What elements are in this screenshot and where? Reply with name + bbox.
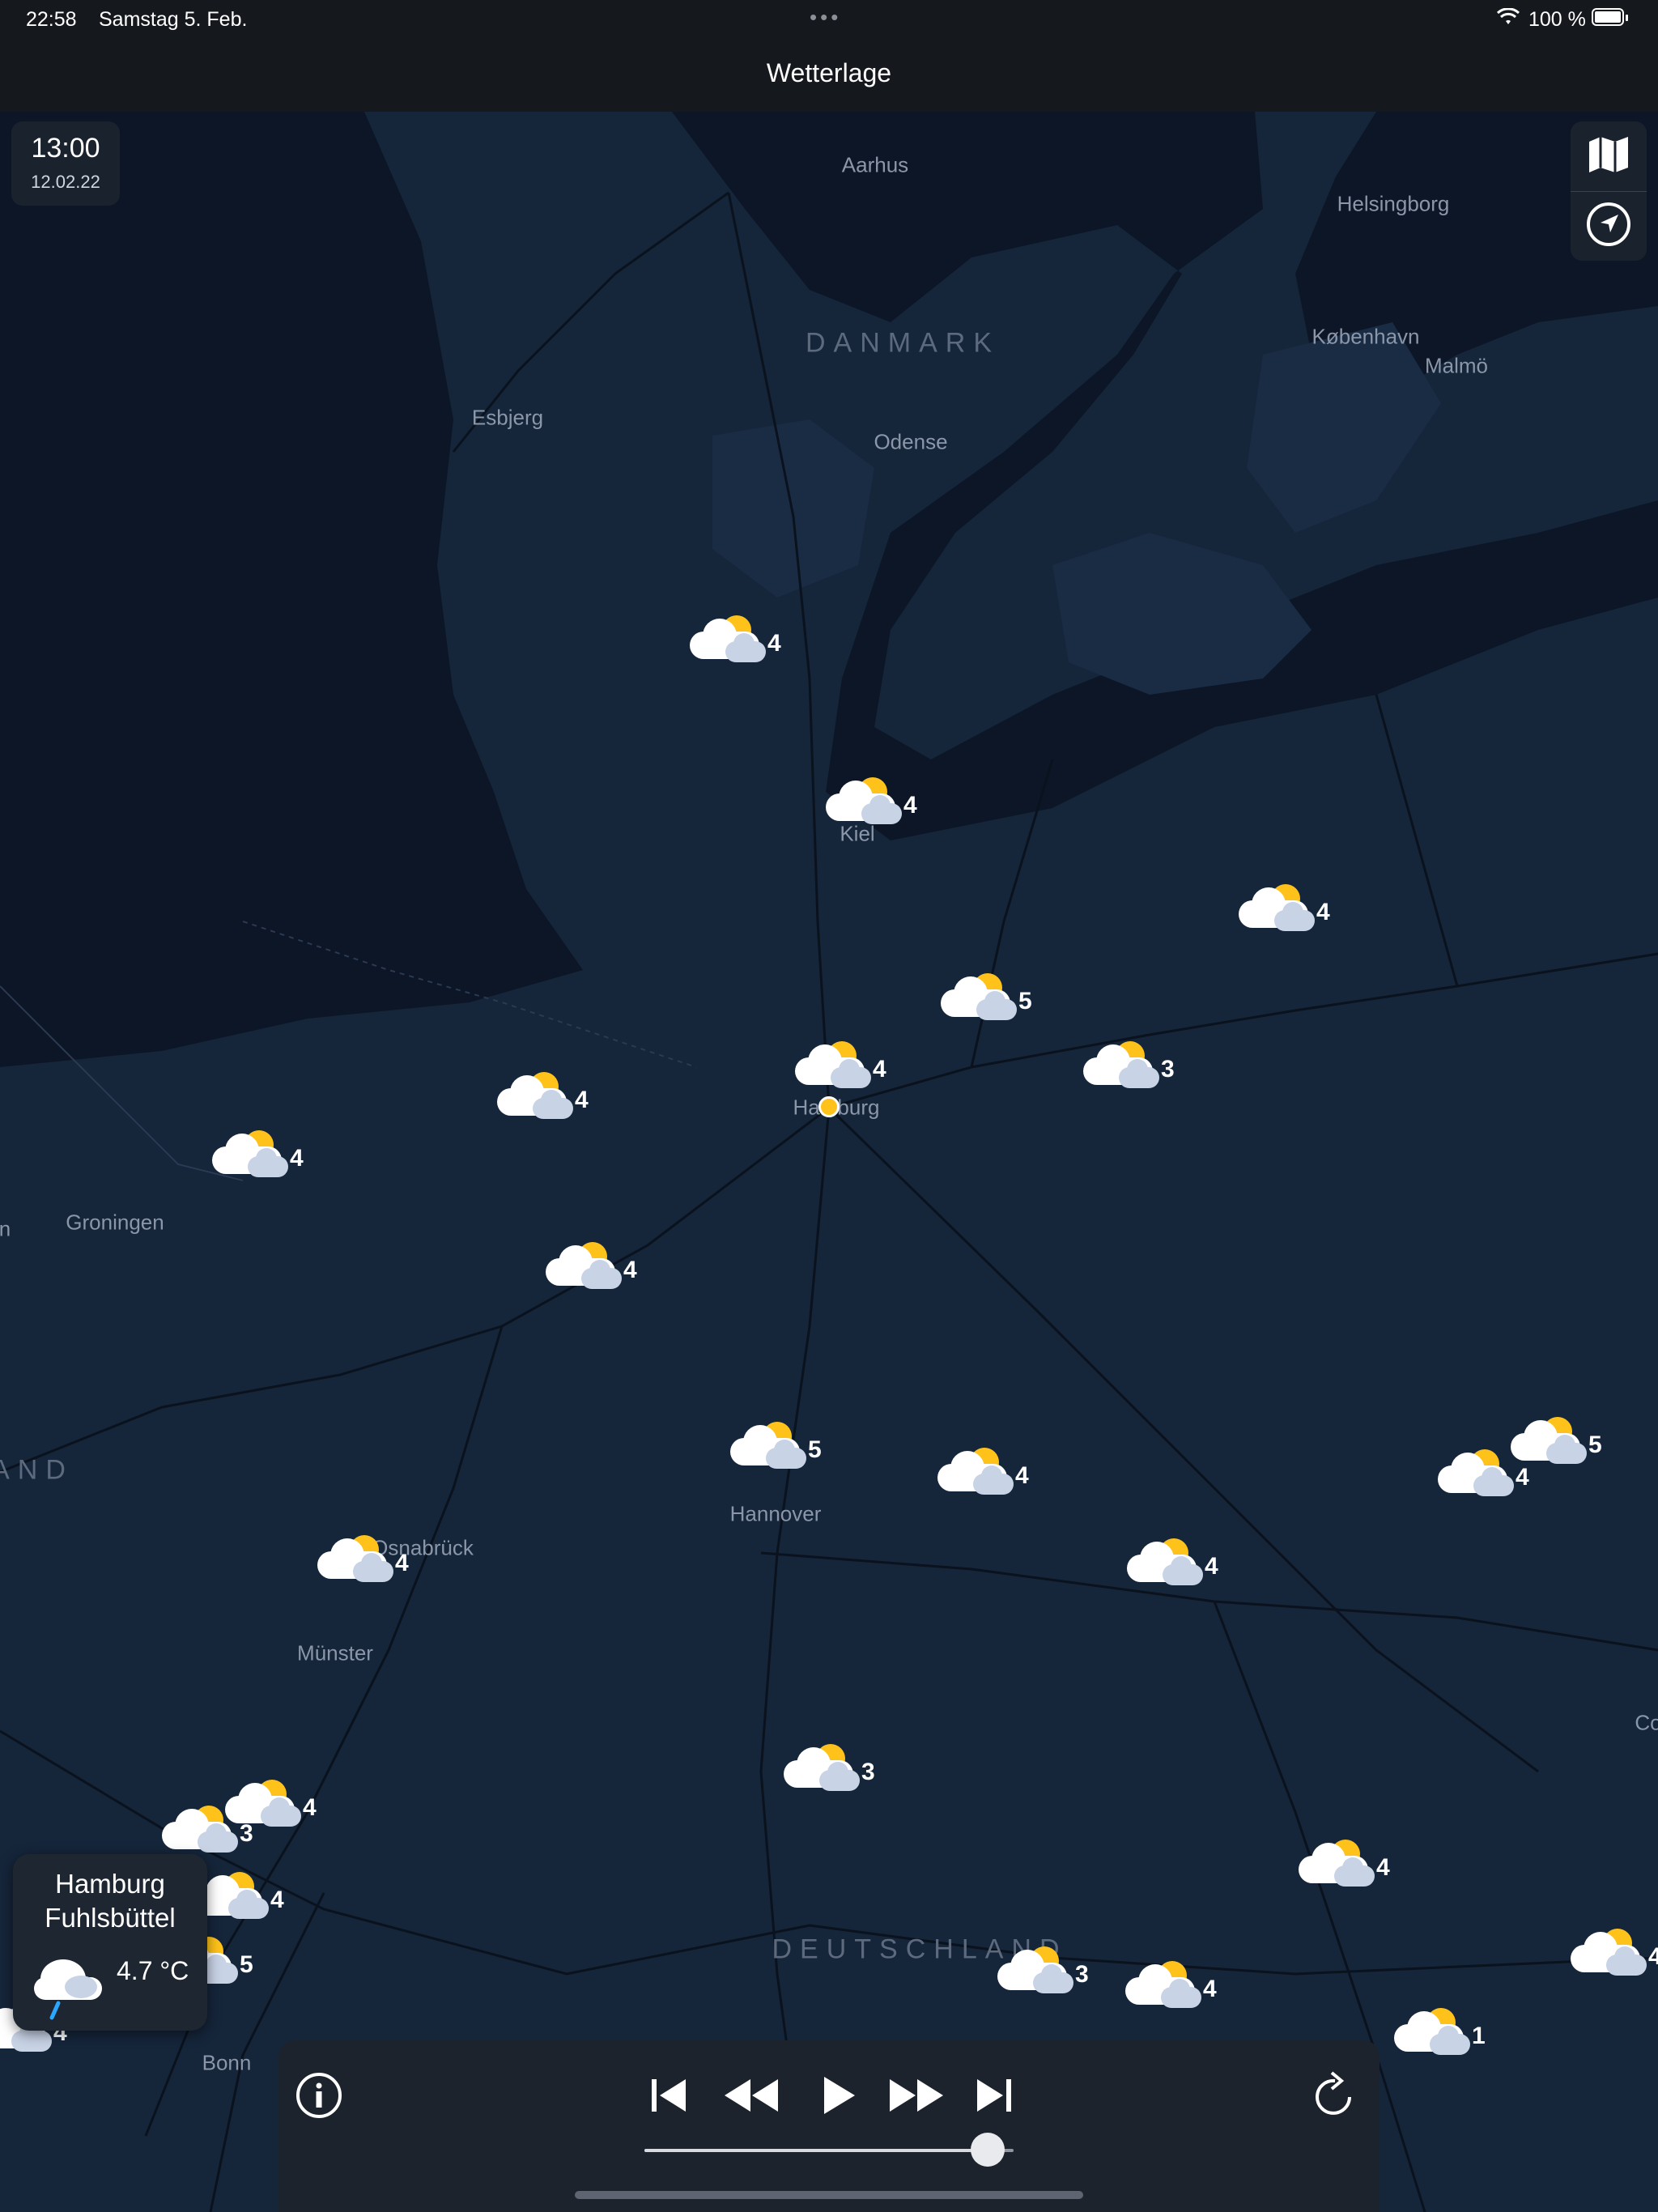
location-arrow-icon bbox=[1586, 202, 1631, 251]
skip-to-end-button[interactable] bbox=[968, 2065, 1020, 2129]
timeline-slider-fill bbox=[644, 2149, 988, 2152]
refresh-button[interactable] bbox=[1305, 2065, 1365, 2129]
weather-marker[interactable]: 4 bbox=[1239, 883, 1330, 939]
multitasking-dots-icon[interactable]: ••• bbox=[810, 5, 841, 30]
fast-forward-button[interactable] bbox=[879, 2065, 954, 2129]
map-layer-button[interactable] bbox=[1571, 121, 1647, 192]
weather-marker[interactable]: 4 bbox=[1127, 1537, 1218, 1593]
place-label: Odense bbox=[874, 429, 948, 454]
wifi-icon bbox=[1496, 7, 1520, 33]
place-label: Groningen bbox=[66, 1210, 164, 1235]
rewind-icon bbox=[721, 2078, 781, 2117]
map-icon bbox=[1588, 135, 1630, 178]
navigation-bar: Wetterlage bbox=[0, 39, 1658, 113]
forecast-time: 13:00 bbox=[31, 133, 100, 164]
skip-to-start-button[interactable] bbox=[643, 2065, 695, 2129]
weather-marker[interactable]: 4 bbox=[1438, 1448, 1529, 1504]
page-title: Wetterlage bbox=[766, 58, 892, 87]
home-indicator[interactable] bbox=[575, 2191, 1083, 2199]
country-label: AND bbox=[0, 1454, 74, 1486]
weather-marker[interactable]: 3 bbox=[162, 1804, 253, 1861]
place-label: Münster bbox=[297, 1640, 373, 1665]
forecast-date: 12.02.22 bbox=[31, 172, 100, 192]
weather-marker[interactable]: 4 bbox=[826, 776, 917, 832]
battery-icon bbox=[1592, 8, 1628, 26]
refresh-icon bbox=[1312, 2070, 1358, 2124]
info-button[interactable] bbox=[290, 2065, 348, 2129]
weather-map[interactable]: Aarhus Helsingborg København Malmö Esbje… bbox=[0, 112, 1658, 2212]
weather-marker[interactable]: 1 bbox=[1394, 2006, 1486, 2063]
place-label: Helsingborg bbox=[1337, 191, 1450, 216]
weather-marker[interactable]: 4 bbox=[212, 1129, 304, 1185]
country-label: DANMARK bbox=[805, 327, 1001, 359]
rewind-button[interactable] bbox=[714, 2065, 789, 2129]
play-button[interactable] bbox=[808, 2065, 869, 2129]
weather-marker[interactable]: 4 bbox=[1125, 1959, 1217, 2016]
weather-marker[interactable]: 4 bbox=[546, 1240, 637, 1297]
forecast-time-box: 13:00 12.02.22 bbox=[11, 121, 120, 206]
info-icon bbox=[295, 2071, 343, 2124]
place-label: Hannover bbox=[729, 1501, 822, 1526]
skip-to-start-icon bbox=[648, 2078, 689, 2117]
weather-marker[interactable]: 3 bbox=[997, 1945, 1089, 2001]
fast-forward-icon bbox=[886, 2078, 946, 2117]
play-icon bbox=[821, 2075, 857, 2120]
place-label: Esbjerg bbox=[471, 405, 544, 430]
weather-marker[interactable]: 3 bbox=[784, 1742, 875, 1799]
place-label: Malmö bbox=[1424, 353, 1489, 378]
map-controls bbox=[1571, 121, 1647, 261]
weather-marker[interactable]: 3 bbox=[1083, 1040, 1175, 1096]
timeline-player bbox=[278, 2040, 1380, 2212]
weather-marker[interactable]: 4 bbox=[1571, 1927, 1658, 1984]
timeline-slider-knob[interactable] bbox=[971, 2133, 1005, 2167]
weather-marker[interactable]: 4 bbox=[690, 614, 781, 670]
weather-marker[interactable]: 4 bbox=[317, 1534, 409, 1590]
station-name-line2: Fuhlsbüttel bbox=[45, 1903, 176, 1933]
status-bar: 22:58 Samstag 5. Feb. ••• 100 % bbox=[0, 0, 1658, 39]
place-label: n bbox=[0, 1216, 11, 1241]
timeline-slider[interactable] bbox=[644, 2133, 1014, 2167]
rain-cloud-icon bbox=[28, 1950, 108, 2023]
place-label: Co bbox=[1635, 1710, 1658, 1735]
place-label: København bbox=[1312, 324, 1420, 349]
station-temperature: 4.7 °C bbox=[117, 1956, 189, 1985]
current-location-pin[interactable] bbox=[818, 1096, 840, 1117]
skip-to-end-icon bbox=[974, 2078, 1014, 2117]
station-name-line1: Hamburg bbox=[55, 1869, 165, 1899]
weather-marker[interactable]: 5 bbox=[730, 1420, 822, 1477]
weather-marker[interactable]: 4 bbox=[937, 1446, 1029, 1503]
weather-marker[interactable]: 4 bbox=[795, 1040, 886, 1096]
locate-me-button[interactable] bbox=[1571, 191, 1647, 261]
place-label: Bonn bbox=[202, 2050, 252, 2075]
station-info-card[interactable]: Hamburg Fuhlsbüttel 4.7 °C bbox=[13, 1854, 207, 2031]
place-label: Aarhus bbox=[841, 152, 909, 177]
status-date: Samstag 5. Feb. bbox=[99, 8, 248, 31]
weather-marker[interactable]: 4 bbox=[497, 1070, 589, 1127]
battery-percent: 100 % bbox=[1528, 8, 1586, 31]
weather-marker[interactable]: 5 bbox=[941, 972, 1032, 1028]
weather-marker[interactable]: 4 bbox=[1299, 1838, 1390, 1895]
status-time: 22:58 bbox=[26, 8, 77, 31]
